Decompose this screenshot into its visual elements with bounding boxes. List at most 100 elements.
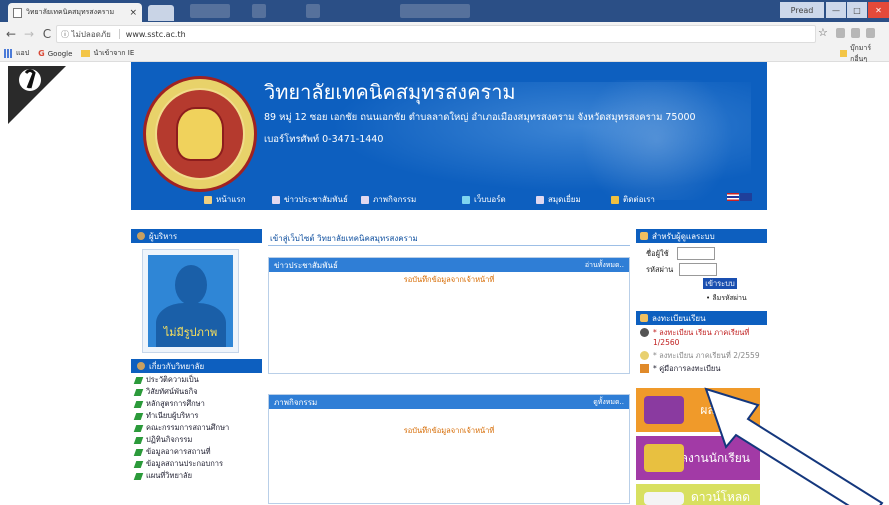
password-row: รหัสผ่าน — [646, 263, 718, 276]
avatar: ไม่มีรูปภาพ — [148, 255, 233, 347]
bookmark-imported[interactable]: นำเข้าจาก IE — [81, 48, 134, 59]
about-link[interactable]: ประวัติความเป็น — [131, 374, 262, 386]
section-title: ผู้บริหาร — [149, 231, 178, 241]
nav-label: สมุดเยี่ยม — [548, 195, 581, 204]
thai-flag-icon[interactable] — [727, 193, 739, 201]
back-icon[interactable]: ← — [4, 27, 18, 41]
site-title: วิทยาลัยเทคนิคสมุทรสงคราม — [264, 80, 516, 104]
login-form: ชื่อผู้ใช้ รหัสผ่าน เข้าระบบ • ลืมรหัสผ่… — [636, 243, 767, 311]
address-bar-row: ← → C ⓘ ไม่ปลอดภัย www.sstc.ac.th ☆ — [0, 22, 889, 46]
forward-icon[interactable]: → — [22, 27, 36, 41]
left-column: ผู้บริหาร ไม่มีรูปภาพ เกี่ยวกับวิทยาลัย … — [131, 229, 262, 505]
extensions — [836, 28, 884, 39]
tab-title: วิทยาลัยเทคนิคสมุทรสงคราม — [26, 8, 115, 16]
close-icon[interactable]: × — [129, 8, 137, 18]
username-label: ชื่อผู้ใช้ — [646, 248, 669, 258]
bookmark-star-icon[interactable]: ☆ — [818, 26, 828, 39]
manual-label: * คู่มือการลงทะเบียน — [653, 364, 721, 373]
new-tab-button[interactable] — [148, 5, 174, 21]
security-label[interactable]: ⓘ ไม่ปลอดภัย — [61, 28, 111, 41]
pencil-icon — [644, 444, 684, 472]
student-icon — [640, 328, 649, 337]
register-link[interactable]: * ลงทะเบียน เรียน ภาคเรียนที่ 1/2560 — [636, 325, 767, 348]
nav-home[interactable]: หน้าแรก — [204, 193, 246, 206]
username-row: ชื่อผู้ใช้ — [646, 247, 715, 260]
panel-header: ภาพกิจกรรม ดูทั้งหมด.. — [269, 395, 629, 409]
browser-titlebar: วิทยาลัยเทคนิคสมุทรสงคราม × Pread — □ ✕ — [0, 0, 889, 22]
activity-message: รอบันทึกข้อมูลจากเจ้าหน้าที่ — [403, 426, 495, 435]
section-icon — [640, 314, 648, 322]
panel-title: ภาพกิจกรรม — [274, 397, 318, 407]
nav-label: หน้าแรก — [216, 195, 246, 204]
login-button[interactable]: เข้าระบบ — [703, 278, 737, 289]
forgot-password-link[interactable]: • ลืมรหัสผ่าน — [706, 293, 747, 304]
site-phone: เบอร์โทรศัพท์ 0-3471-1440 — [264, 134, 384, 145]
uk-flag-icon[interactable] — [740, 193, 752, 201]
admin-photo: ไม่มีรูปภาพ — [142, 249, 239, 353]
reload-icon[interactable]: C — [40, 27, 54, 41]
news-panel: ข่าวประชาสัมพันธ์ อ่านทั้งหมด.. รอบันทึกข… — [268, 257, 630, 374]
url-text: www.sstc.ac.th — [125, 29, 186, 39]
about-section: เกี่ยวกับวิทยาลัย ประวัติความเป็น วิสัยท… — [131, 359, 262, 482]
google-icon: G — [38, 49, 45, 58]
username-field[interactable] — [676, 247, 715, 260]
about-link[interactable]: ข้อมูลสถานประกอบการ — [131, 458, 262, 470]
profile-button[interactable]: Pread — [780, 2, 824, 18]
nav-label: เว็บบอร์ด — [474, 195, 506, 204]
extension-icon[interactable] — [836, 28, 845, 38]
password-label: รหัสผ่าน — [646, 264, 674, 274]
about-link[interactable]: แผนที่วิทยาลัย — [131, 470, 262, 482]
bookmark-label: Google — [47, 49, 73, 58]
home-icon — [204, 195, 212, 204]
folder-icon — [840, 50, 848, 57]
browser-tab[interactable]: วิทยาลัยเทคนิคสมุทรสงคราม × — [8, 3, 142, 22]
admin-header: ผู้บริหาร — [131, 229, 262, 243]
gallery-icon — [361, 195, 369, 204]
no-image-label: ไม่มีรูปภาพ — [163, 326, 218, 339]
about-link[interactable]: ข้อมูลอาคารสถานที่ — [131, 446, 262, 458]
about-link[interactable]: คณะกรรมการสถานศึกษา — [131, 422, 262, 434]
bookmark-apps[interactable]: แอป — [0, 48, 29, 59]
site-header: วิทยาลัยเทคนิคสมุทรสงคราม 89 หมู่ 12 ซอย… — [131, 62, 767, 210]
password-field[interactable] — [679, 263, 718, 276]
about-link[interactable]: ทำเนียบผู้บริหาร — [131, 410, 262, 422]
lightbulb-icon — [640, 351, 649, 360]
nav-label: ติดต่อเรา — [623, 195, 655, 204]
bookmark-label: นำเข้าจาก IE — [93, 49, 135, 57]
mourning-ribbon-icon — [8, 66, 66, 124]
view-all-link[interactable]: ดูทั้งหมด.. — [593, 397, 624, 408]
download-icon — [644, 492, 684, 505]
nav-news[interactable]: ข่าวประชาสัมพันธ์ — [272, 193, 348, 206]
guestbook-icon — [536, 195, 544, 204]
apps-icon — [4, 49, 13, 58]
register-link[interactable]: * ลงทะเบียน ภาคเรียนที่ 2/2559 — [636, 348, 767, 361]
nav-contact[interactable]: ติดต่อเรา — [611, 193, 655, 206]
manual-link[interactable]: * คู่มือการลงทะเบียน — [636, 361, 767, 374]
blurred-region — [400, 4, 470, 18]
about-link[interactable]: หลักสูตรการศึกษา — [131, 398, 262, 410]
maximize-button[interactable]: □ — [847, 2, 867, 18]
about-link[interactable]: ปฏิทินกิจกรรม — [131, 434, 262, 446]
menu-icon[interactable] — [866, 28, 875, 38]
nav-webboard[interactable]: เว็บบอร์ด — [462, 193, 506, 206]
web-page: วิทยาลัยเทคนิคสมุทรสงคราม 89 หมู่ 12 ซอย… — [0, 62, 889, 505]
news-message: รอบันทึกข้อมูลจากเจ้าหน้าที่ — [403, 275, 495, 284]
blurred-region — [190, 4, 230, 18]
section-title: ลงทะเบียนเรียน — [652, 313, 706, 323]
webboard-icon — [462, 195, 470, 204]
nav-gallery[interactable]: ภาพกิจกรรม — [361, 193, 416, 206]
nav-label: ภาพกิจกรรม — [373, 195, 417, 204]
read-all-link[interactable]: อ่านทั้งหมด.. — [585, 260, 624, 271]
extension-icon[interactable] — [851, 28, 860, 38]
section-title: สำหรับผู้ดูแลระบบ — [652, 231, 715, 241]
panel-header: ข่าวประชาสัมพันธ์ อ่านทั้งหมด.. — [269, 258, 629, 272]
bookmarks-bar: แอป G Google นำเข้าจาก IE บุ๊กมาร์กอื่นๆ — [0, 44, 889, 63]
about-link[interactable]: วิสัยทัศน์พันธกิจ — [131, 386, 262, 398]
minimize-button[interactable]: — — [826, 2, 846, 18]
bookmark-google[interactable]: G Google — [38, 49, 72, 58]
url-input[interactable]: ⓘ ไม่ปลอดภัย www.sstc.ac.th — [56, 25, 816, 43]
section-icon — [137, 362, 145, 370]
nav-guestbook[interactable]: สมุดเยี่ยม — [536, 193, 581, 206]
welcome-text: เข้าสู่เว็บไซต์ วิทยาลัยเทคนิคสมุทรสงครา… — [268, 232, 630, 246]
close-window-button[interactable]: ✕ — [868, 2, 889, 18]
